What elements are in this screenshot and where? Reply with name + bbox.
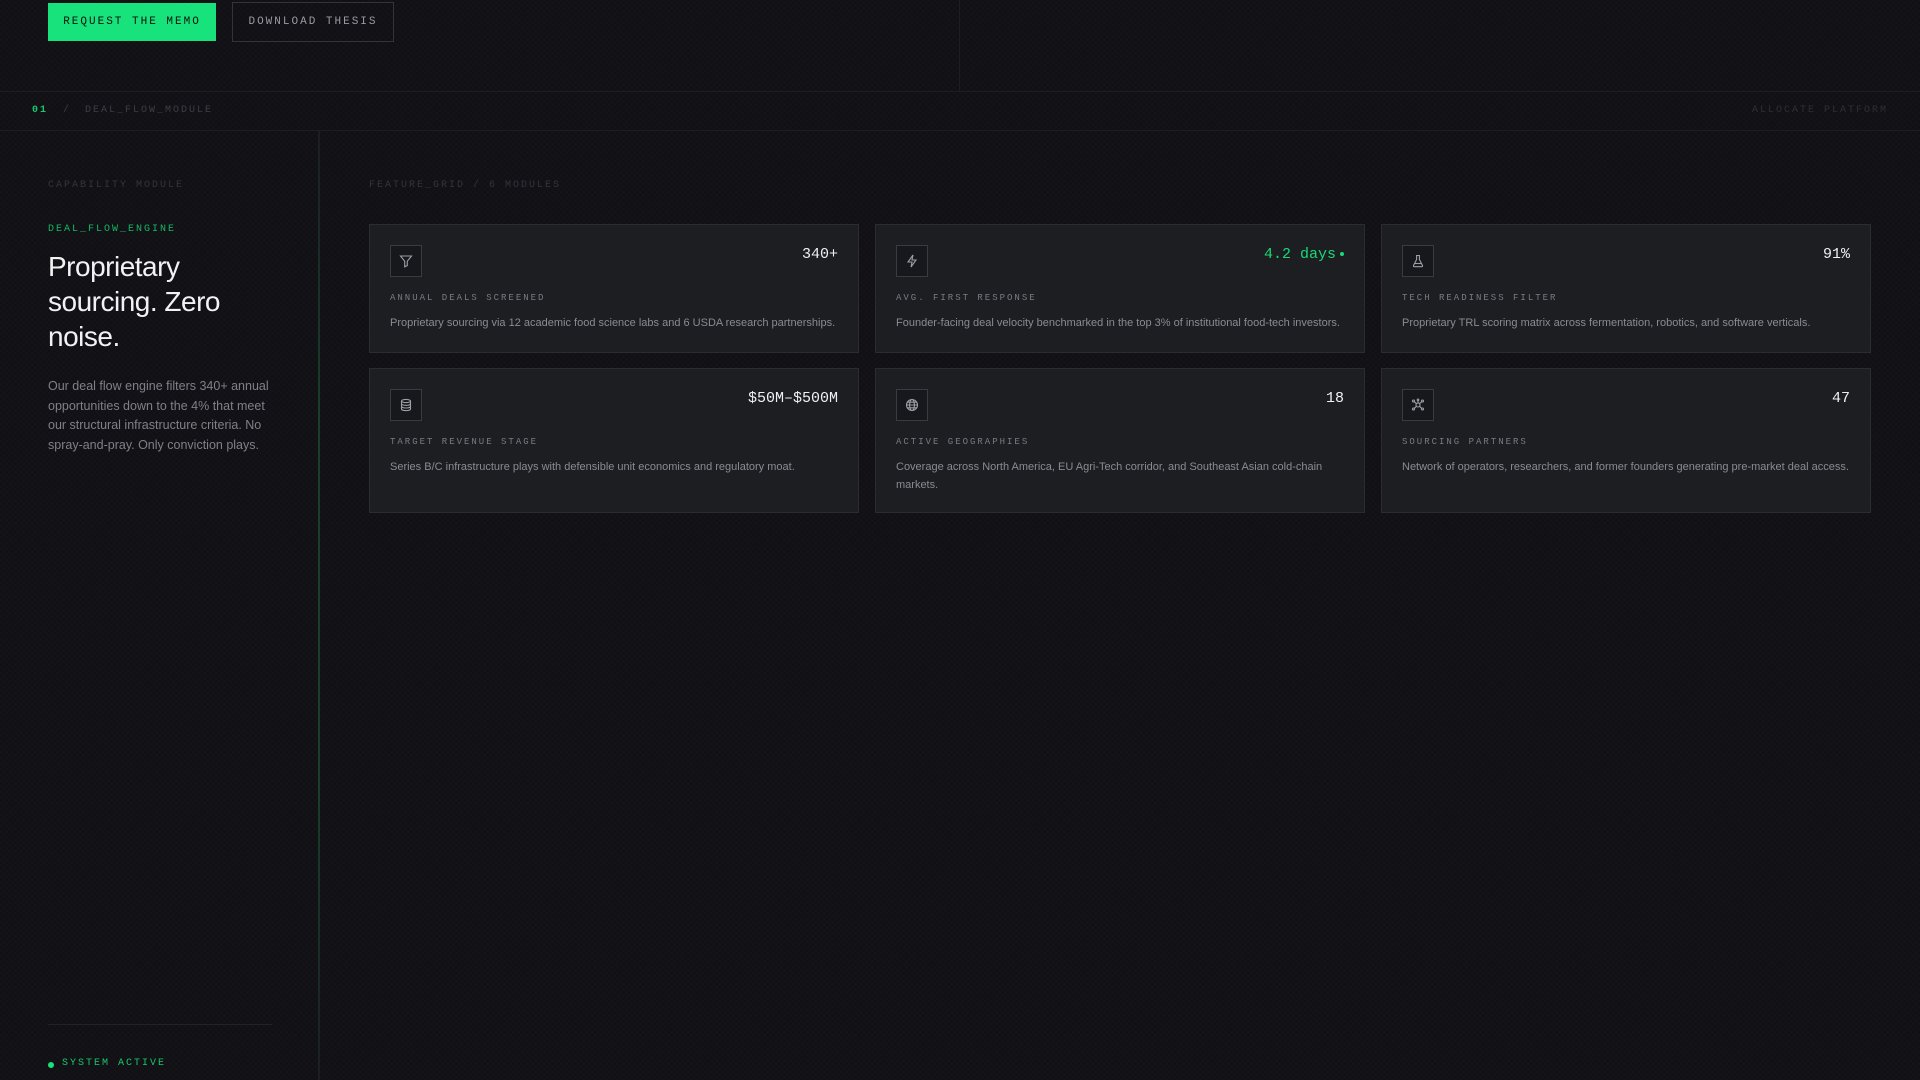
- card-metric: 340+: [801, 246, 838, 263]
- live-dot-icon: [1340, 252, 1344, 257]
- card-description: Coverage across North America, EU Agri-T…: [896, 461, 1323, 491]
- card-description: Proprietary sourcing via 12 academic foo…: [390, 317, 836, 329]
- engine-label: DEAL_FLOW_ENGINE: [48, 224, 177, 235]
- card-metric: $50M–$500M: [747, 390, 838, 407]
- card-description: Founder-facing deal velocity benchmarked…: [896, 317, 1340, 329]
- card-label: TECH READINESS FILTER: [1402, 293, 1558, 303]
- page: REQUEST THE MEMO DOWNLOAD THESIS 01 / DE…: [0, 0, 1920, 1080]
- card-description: Proprietary TRL scoring matrix across fe…: [1402, 317, 1811, 329]
- card-metric-highlighted: 4.2 days: [1264, 246, 1344, 263]
- card-label: ACTIVE GEOGRAPHIES: [896, 437, 1030, 447]
- breadcrumb-platform-label: ALLOCATE PLATFORM: [1751, 105, 1888, 116]
- feature-card-revenue-stage[interactable]: $50M–$500M TARGET REVENUE STAGE Series B…: [369, 368, 859, 513]
- sidebar: CAPABILITY MODULE DEAL_FLOW_ENGINE Propr…: [0, 131, 320, 1080]
- card-metric: 91%: [1822, 246, 1850, 263]
- status-dot-icon: [48, 1062, 54, 1068]
- card-metric: 18: [1325, 390, 1344, 407]
- section-title: Proprietary sourcing. Zero noise.: [48, 251, 220, 352]
- breadcrumb-path: DEAL_FLOW_MODULE: [85, 105, 214, 116]
- breadcrumb-separator: /: [63, 105, 70, 116]
- feature-card-geographies[interactable]: 18 ACTIVE GEOGRAPHIES Coverage across No…: [875, 368, 1365, 513]
- card-metric: 47: [1831, 390, 1850, 407]
- card-label: AVG. FIRST RESPONSE: [896, 293, 1037, 303]
- top-bar: REQUEST THE MEMO DOWNLOAD THESIS: [0, 0, 1920, 92]
- feature-card-sourcing-partners[interactable]: 47 SOURCING PARTNERS Network of operator…: [1381, 368, 1871, 513]
- flask-icon: [1402, 245, 1434, 277]
- sidebar-border: [318, 131, 320, 1080]
- breadcrumb: 01 / DEAL_FLOW_MODULE ALLOCATE PLATFORM: [0, 91, 1920, 131]
- card-description: Series B/C infrastructure plays with def…: [390, 461, 795, 473]
- card-label: SOURCING PARTNERS: [1402, 437, 1528, 447]
- feature-card-annual-deals[interactable]: 340+ ANNUAL DEALS SCREENED Proprietary s…: [369, 224, 859, 353]
- lightning-icon: [896, 245, 928, 277]
- metric-value: 4.2 days: [1263, 246, 1336, 263]
- breadcrumb-index: 01: [32, 105, 49, 116]
- globe-icon: [896, 389, 928, 421]
- card-label: TARGET REVENUE STAGE: [390, 437, 539, 447]
- system-status: SYSTEM ACTIVE: [62, 1058, 167, 1069]
- card-description: Network of operators, researchers, and f…: [1402, 461, 1849, 473]
- capability-module-label: CAPABILITY MODULE: [48, 180, 185, 191]
- divider: [959, 0, 960, 92]
- card-label: ANNUAL DEALS SCREENED: [390, 293, 546, 303]
- request-memo-button[interactable]: REQUEST THE MEMO: [48, 3, 216, 41]
- network-icon: [1402, 389, 1434, 421]
- filter-icon: [390, 245, 422, 277]
- download-thesis-button[interactable]: DOWNLOAD THESIS: [232, 2, 394, 42]
- section-description: Our deal flow engine filters 340+ annual…: [48, 379, 269, 452]
- sidebar-divider: [48, 1024, 272, 1025]
- database-icon: [390, 389, 422, 421]
- feature-card-first-response[interactable]: 4.2 days AVG. FIRST RESPONSE Founder-fac…: [875, 224, 1365, 353]
- feature-card-tech-readiness[interactable]: 91% TECH READINESS FILTER Proprietary TR…: [1381, 224, 1871, 353]
- feature-grid-label: FEATURE_GRID / 6 MODULES: [369, 180, 562, 191]
